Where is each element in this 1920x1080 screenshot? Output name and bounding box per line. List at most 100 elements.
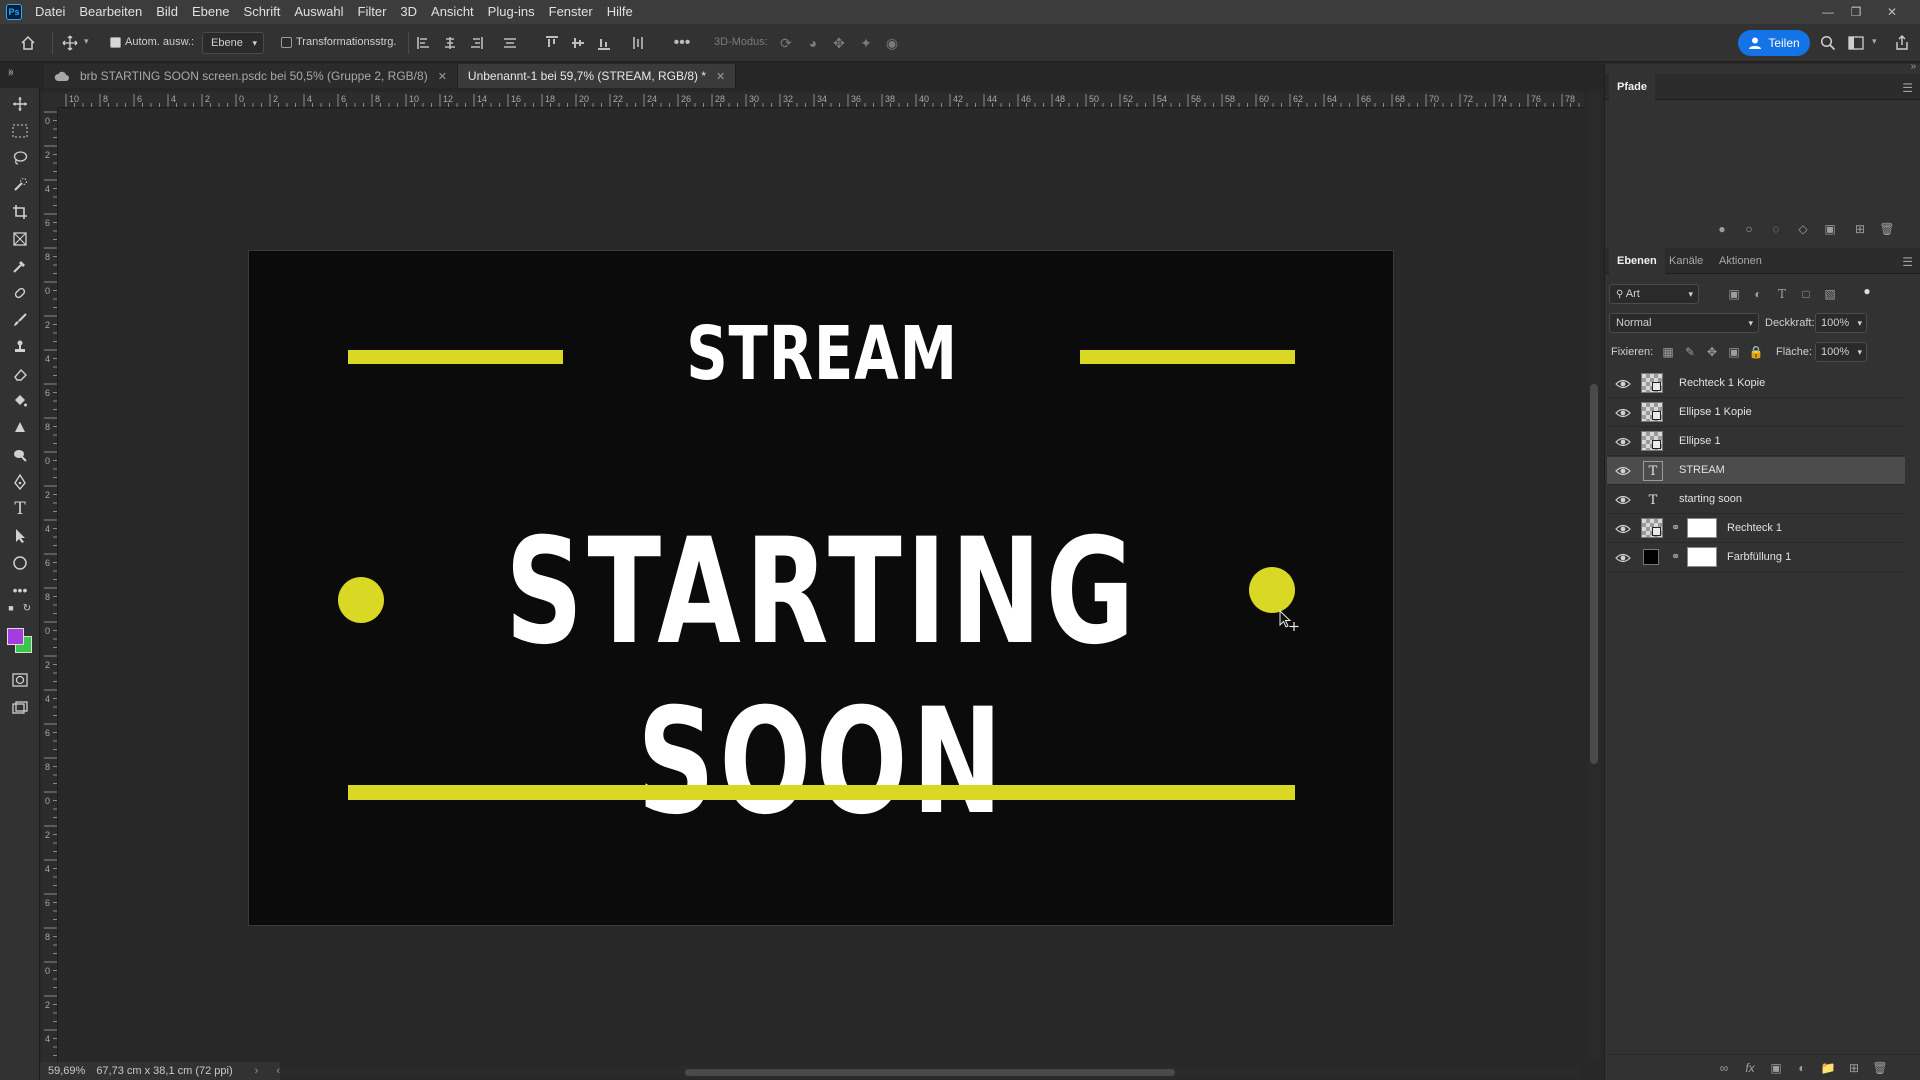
home-icon[interactable] <box>18 33 38 53</box>
collapse-toolbar-icon[interactable]: » <box>8 68 14 79</box>
panel-menu-icon[interactable]: ☰ <box>1902 255 1913 269</box>
link-layers-icon[interactable]: ∞ <box>1715 1059 1733 1077</box>
chevron-left-icon[interactable]: ‹ <box>276 1065 280 1077</box>
lock-artboard-icon[interactable]: ▣ <box>1725 343 1743 361</box>
layer-row[interactable]: Tstarting soon <box>1607 486 1905 514</box>
filter-type-icon[interactable]: T <box>1773 285 1791 303</box>
scrollbar-thumb[interactable] <box>685 1069 1175 1076</box>
tab-paths[interactable]: Pfade <box>1609 74 1655 100</box>
clone-stamp-tool-icon[interactable] <box>10 337 30 357</box>
canvas-area[interactable]: STREAM STARTING SOON <box>58 108 1584 1070</box>
filter-toggle-icon[interactable]: ● <box>1858 282 1876 300</box>
healing-brush-tool-icon[interactable] <box>10 283 30 303</box>
default-colors-icon[interactable]: ■ <box>6 603 16 613</box>
close-window-icon[interactable]: ✕ <box>1878 0 1906 24</box>
link-icon[interactable]: ⚭ <box>1671 521 1680 534</box>
search-icon[interactable] <box>1818 33 1838 53</box>
menu-datei[interactable]: Datei <box>28 0 72 24</box>
eye-icon[interactable] <box>1615 492 1631 508</box>
ruler-origin[interactable] <box>42 92 58 108</box>
type-tool-icon[interactable]: T <box>10 499 30 519</box>
load-selection-icon[interactable]: ◌ <box>1767 220 1785 238</box>
menu-bild[interactable]: Bild <box>149 0 185 24</box>
eye-icon[interactable] <box>1615 463 1631 479</box>
quick-mask-icon[interactable] <box>10 670 30 690</box>
horizontal-scrollbar[interactable] <box>280 1066 1580 1078</box>
lock-transparent-icon[interactable]: ▦ <box>1659 343 1677 361</box>
menu-fenster[interactable]: Fenster <box>542 0 600 24</box>
paint-bucket-tool-icon[interactable] <box>10 391 30 411</box>
auto-select-dropdown[interactable]: Ebene ▾ <box>202 32 264 54</box>
eye-icon[interactable] <box>1615 550 1631 566</box>
screen-mode-icon[interactable] <box>10 698 30 718</box>
menu-hilfe[interactable]: Hilfe <box>600 0 640 24</box>
roll-3d-icon[interactable]: ◕ <box>803 33 823 53</box>
lock-image-icon[interactable]: ✎ <box>1681 343 1699 361</box>
auto-select-checkbox[interactable] <box>110 37 121 48</box>
vertical-ruler[interactable]: 024680246802468024680246802468 <box>42 108 58 1070</box>
tab-kanaele[interactable]: Kanäle <box>1661 248 1711 274</box>
filter-adjustment-icon[interactable]: ◐ <box>1749 285 1767 303</box>
align-top-icon[interactable] <box>542 33 562 53</box>
distribute-v-icon[interactable] <box>628 33 648 53</box>
menu-bearbeiten[interactable]: Bearbeiten <box>72 0 149 24</box>
tab-aktionen[interactable]: Aktionen <box>1711 248 1770 274</box>
left-dot[interactable] <box>338 577 384 623</box>
ellipse-tool-icon[interactable] <box>10 553 30 573</box>
close-tab-icon[interactable]: ✕ <box>438 70 447 83</box>
eye-icon[interactable] <box>1615 376 1631 392</box>
more-options-icon[interactable]: ••• <box>672 33 692 53</box>
make-path-icon[interactable]: ◇ <box>1794 220 1812 238</box>
layer-row[interactable]: Ellipse 1 Kopie <box>1607 399 1905 427</box>
zoom-level[interactable]: 59,69% <box>48 1065 92 1077</box>
link-icon[interactable]: ⚭ <box>1671 550 1680 563</box>
menu-plugins[interactable]: Plug-ins <box>481 0 542 24</box>
chevron-right-icon[interactable]: › <box>255 1065 259 1077</box>
blend-mode-dropdown[interactable]: Normal ▾ <box>1609 313 1759 333</box>
collapse-panels-icon[interactable]: » <box>1910 61 1916 72</box>
delete-layer-icon[interactable]: 🗑 <box>1871 1059 1889 1077</box>
new-path-icon[interactable]: ⊞ <box>1851 220 1869 238</box>
eye-icon[interactable] <box>1615 434 1631 450</box>
orbit-3d-icon[interactable]: ⟳ <box>776 33 796 53</box>
layer-row[interactable]: T STREAM <box>1607 457 1905 485</box>
transform-controls-checkbox[interactable] <box>281 37 292 48</box>
restore-icon[interactable]: ❐ <box>1842 0 1870 24</box>
stream-title[interactable]: STREAM <box>375 311 1269 397</box>
scrollbar-thumb[interactable] <box>1590 384 1598 764</box>
align-left-icon[interactable] <box>414 33 434 53</box>
tab-document-2[interactable]: Unbenannt-1 bei 59,7% (STREAM, RGB/8) * … <box>457 64 737 88</box>
adjustment-layer-icon[interactable]: ◐ <box>1793 1059 1811 1077</box>
panel-menu-icon[interactable]: ☰ <box>1902 81 1913 95</box>
align-center-h-icon[interactable] <box>440 33 460 53</box>
eye-icon[interactable] <box>1615 521 1631 537</box>
distribute-icon[interactable] <box>500 33 520 53</box>
pen-tool-icon[interactable] <box>10 472 30 492</box>
frame-tool-icon[interactable] <box>10 229 30 249</box>
move-tool-icon[interactable] <box>60 33 80 53</box>
align-right-icon[interactable] <box>466 33 486 53</box>
menu-ansicht[interactable]: Ansicht <box>424 0 481 24</box>
new-layer-icon[interactable]: ⊞ <box>1845 1059 1863 1077</box>
menu-schrift[interactable]: Schrift <box>237 0 288 24</box>
lock-position-icon[interactable]: ✥ <box>1703 343 1721 361</box>
eyedropper-tool-icon[interactable] <box>10 256 30 276</box>
video-camera-icon[interactable]: ◉ <box>882 33 902 53</box>
filter-pixel-icon[interactable]: ▣ <box>1725 285 1743 303</box>
align-middle-v-icon[interactable] <box>568 33 588 53</box>
layer-mask-thumbnail[interactable] <box>1687 518 1717 538</box>
add-mask-icon[interactable]: ▣ <box>1821 220 1839 238</box>
quick-selection-tool-icon[interactable] <box>10 175 30 195</box>
align-bottom-icon[interactable] <box>594 33 614 53</box>
photoshop-logo-icon[interactable]: Ps <box>6 4 22 20</box>
pan-3d-icon[interactable]: ✥ <box>829 33 849 53</box>
eraser-tool-icon[interactable] <box>10 364 30 384</box>
stroke-path-icon[interactable]: ○ <box>1740 220 1758 238</box>
menu-auswahl[interactable]: Auswahl <box>287 0 350 24</box>
opacity-field[interactable]: 100% ▾ <box>1815 313 1867 333</box>
export-icon[interactable] <box>1892 33 1912 53</box>
bottom-bar[interactable] <box>348 785 1295 800</box>
eye-icon[interactable] <box>1615 405 1631 421</box>
slide-3d-icon[interactable]: ✦ <box>856 33 876 53</box>
right-dot[interactable] <box>1249 567 1295 613</box>
